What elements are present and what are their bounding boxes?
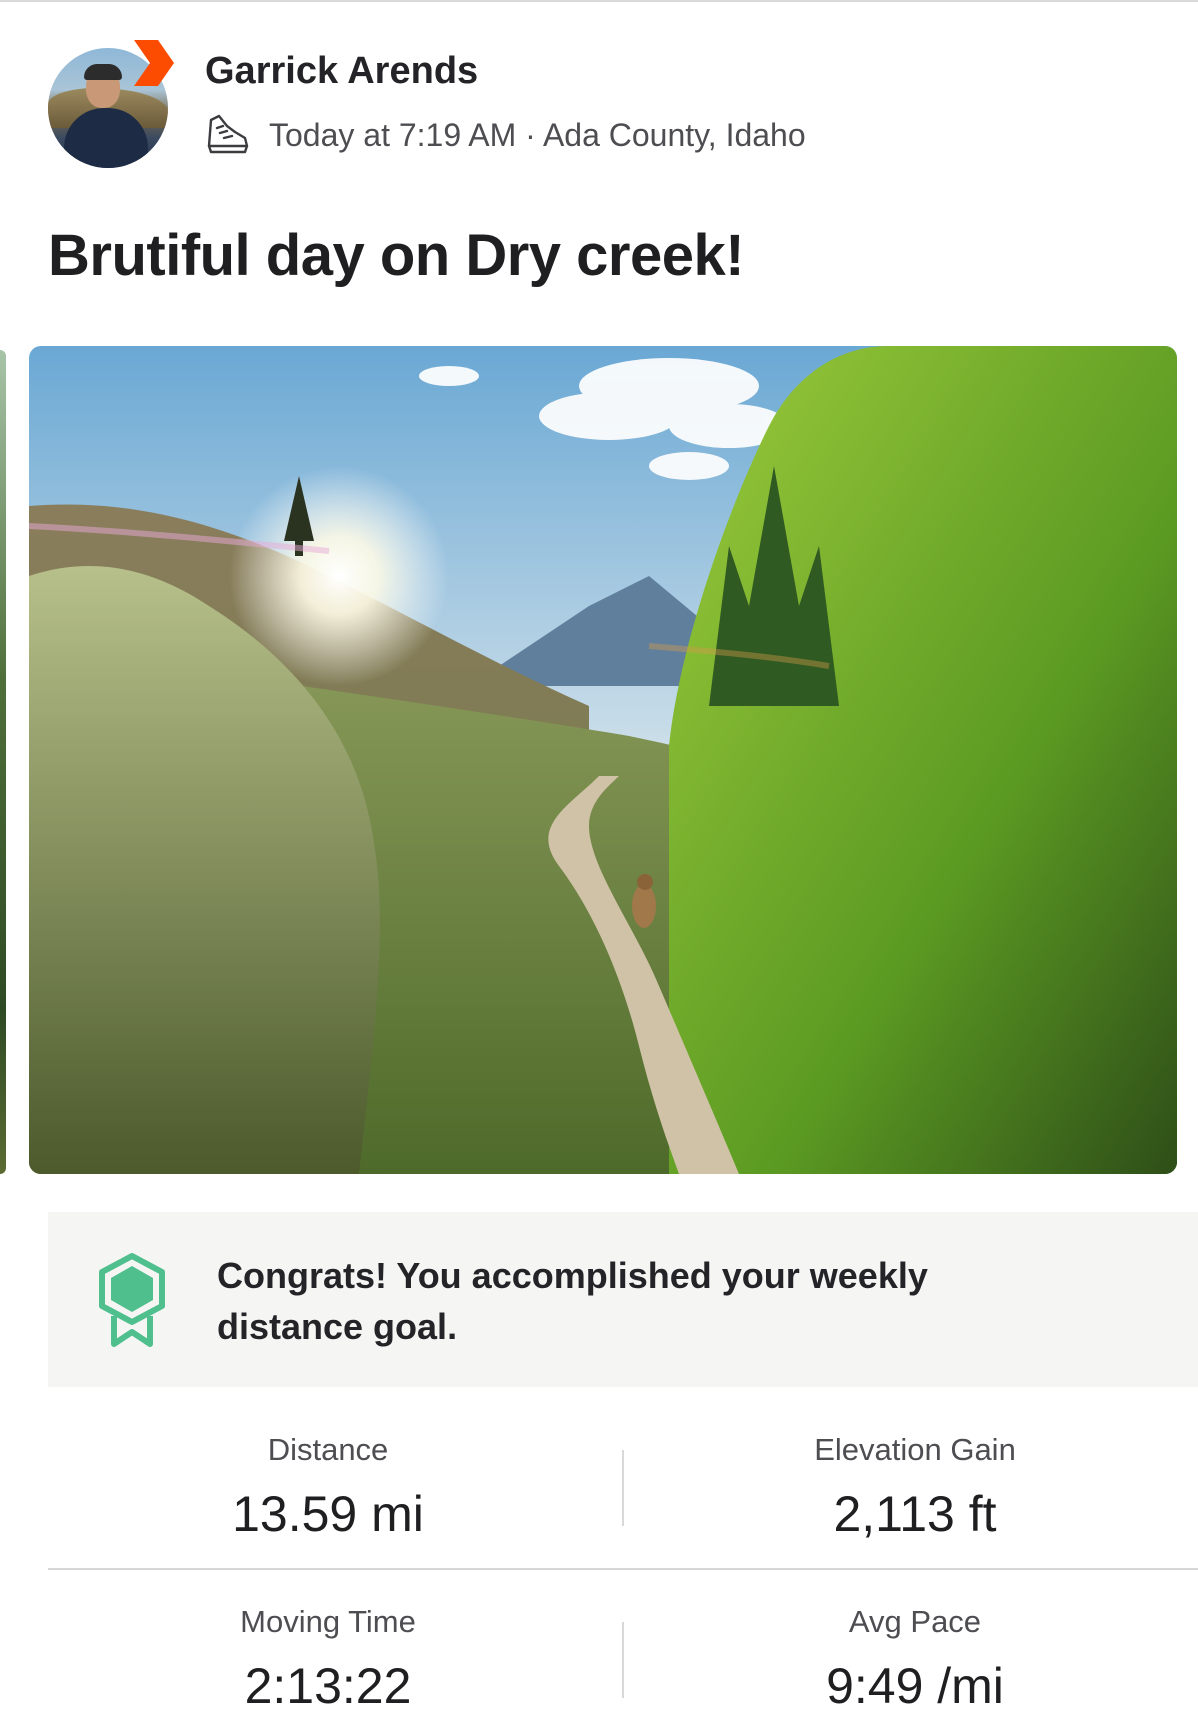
stat-label: Moving Time: [240, 1604, 416, 1639]
activity-meta-text: Today at 7:19 AM · Ada County, Idaho: [269, 116, 806, 153]
stat-divider: [622, 1450, 624, 1526]
activity-photo[interactable]: [29, 346, 1177, 1174]
stat-avg-pace: Avg Pace 9:49 /mi: [665, 1600, 1165, 1716]
stat-moving-time: Moving Time 2:13:22: [78, 1600, 578, 1716]
stat-value: 2:13:22: [244, 1658, 412, 1714]
top-divider: [0, 0, 1198, 2]
weekly-goal-card[interactable]: Congrats! You accomplished your weekly d…: [48, 1212, 1198, 1387]
strava-chevron-icon: [134, 40, 174, 86]
stat-value: 2,113 ft: [833, 1486, 997, 1542]
shoe-run-icon: [207, 114, 249, 154]
activity-title[interactable]: Brutiful day on Dry creek!: [48, 222, 745, 289]
stat-value: 13.59 mi: [232, 1486, 424, 1542]
stat-elevation-gain: Elevation Gain 2,113 ft: [665, 1428, 1165, 1544]
goal-message: Congrats! You accomplished your weekly d…: [217, 1255, 928, 1347]
stat-label: Avg Pace: [848, 1604, 982, 1639]
stat-divider: [622, 1622, 624, 1698]
activity-meta: Today at 7:19 AM · Ada County, Idaho: [205, 112, 806, 158]
achievement-badge-icon: [99, 1253, 165, 1347]
stats-row-divider: [48, 1568, 1198, 1570]
previous-photo-edge[interactable]: [0, 350, 6, 1174]
stat-value: 9:49 /mi: [826, 1658, 1004, 1714]
athlete-name[interactable]: Garrick Arends: [205, 50, 478, 93]
stat-label: Distance: [267, 1432, 389, 1467]
stat-label: Elevation Gain: [814, 1432, 1016, 1467]
stat-distance: Distance 13.59 mi: [78, 1428, 578, 1544]
